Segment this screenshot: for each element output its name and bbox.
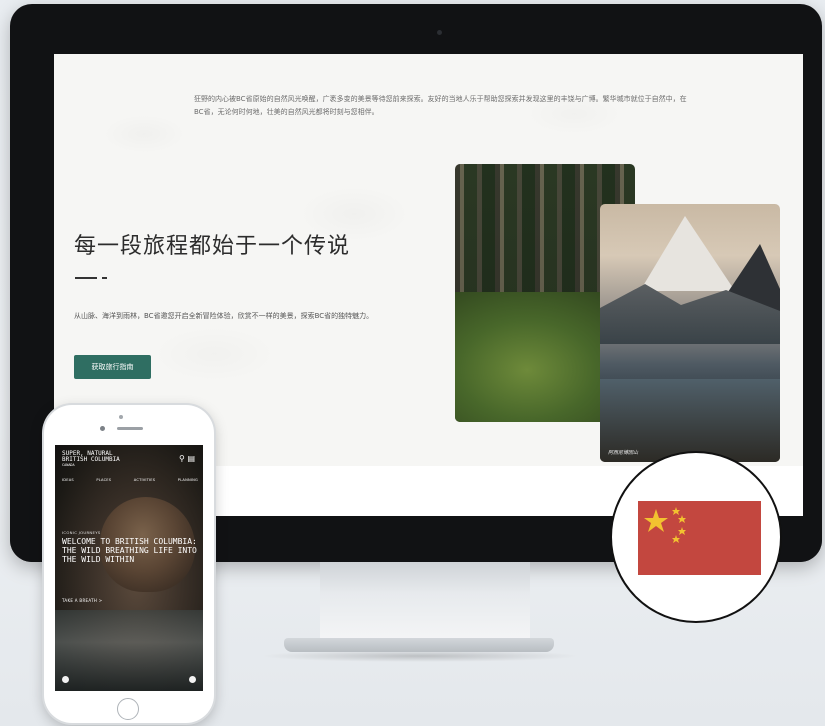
- phone-sensor-icon: [119, 415, 123, 419]
- camera-icon: [437, 30, 442, 35]
- page-headline: 每一段旅程都始于一个传说: [74, 234, 351, 259]
- mountain-photo-caption: 阿西尼博因山: [608, 450, 639, 456]
- star-icon: [678, 527, 686, 535]
- take-a-breath-link[interactable]: TAKE A BREATH >: [62, 598, 102, 603]
- flag-stars: [644, 507, 686, 543]
- language-badge: [610, 451, 782, 623]
- china-flag-icon: [638, 501, 761, 575]
- nav-item-activities[interactable]: ACTIVITIES: [134, 478, 156, 482]
- divider: [75, 277, 97, 279]
- get-guide-button[interactable]: 获取旅行指南: [74, 355, 151, 379]
- hero-title: WELCOME TO BRITISH COLUMBIA: THE WILD BR…: [62, 537, 197, 564]
- iphone: SUPER, NATURAL BRITISH COLUMBIA CANADA ⚲…: [44, 405, 214, 723]
- nav-item-planning[interactable]: PLANNING: [178, 478, 198, 482]
- star-icon: [672, 535, 680, 543]
- mobile-nav: IDEAS PLACES ACTIVITIES PLANNING: [62, 478, 198, 482]
- forest-photo-caption: 探访大熊雨林的古老森林: [463, 410, 519, 416]
- carousel-prev-button[interactable]: [62, 676, 69, 683]
- map-icon[interactable]: ▤: [187, 454, 195, 463]
- logo-line-2: BRITISH COLUMBIA: [62, 456, 120, 463]
- intro-paragraph: 狂野的内心被BC省原始的自然风光唤醒，广袤多变的美景等待您前来探索。友好的当地人…: [194, 95, 687, 116]
- carousel-next-button[interactable]: [189, 676, 196, 683]
- star-icon: [678, 515, 686, 523]
- home-button[interactable]: [117, 698, 139, 720]
- monitor-base: [284, 638, 554, 652]
- phone-camera-icon: [100, 426, 105, 431]
- mountain-photo[interactable]: 阿西尼博因山: [600, 204, 780, 462]
- header-icons: ⚲ ▤: [179, 454, 195, 463]
- star-icon: [672, 507, 680, 515]
- phone-speaker: [117, 427, 143, 430]
- divider-accent: [102, 277, 107, 279]
- water-photo: [55, 610, 203, 691]
- site-logo[interactable]: SUPER, NATURAL BRITISH COLUMBIA CANADA: [62, 451, 132, 468]
- monitor-stand: [320, 562, 530, 640]
- subtext-paragraph: 从山脉、海洋到雨林，BC省邀您开启全新冒险体验，欣赏不一样的美景，探索BC省的独…: [74, 312, 374, 320]
- search-icon[interactable]: ⚲: [179, 454, 185, 463]
- star-icon: [644, 509, 668, 532]
- nav-item-places[interactable]: PLACES: [96, 478, 111, 482]
- hero-kicker: ICONIC JOURNEYS: [62, 530, 101, 535]
- logo-sub: CANADA: [62, 463, 75, 467]
- mobile-screen: SUPER, NATURAL BRITISH COLUMBIA CANADA ⚲…: [55, 445, 203, 691]
- nav-item-ideas[interactable]: IDEAS: [62, 478, 74, 482]
